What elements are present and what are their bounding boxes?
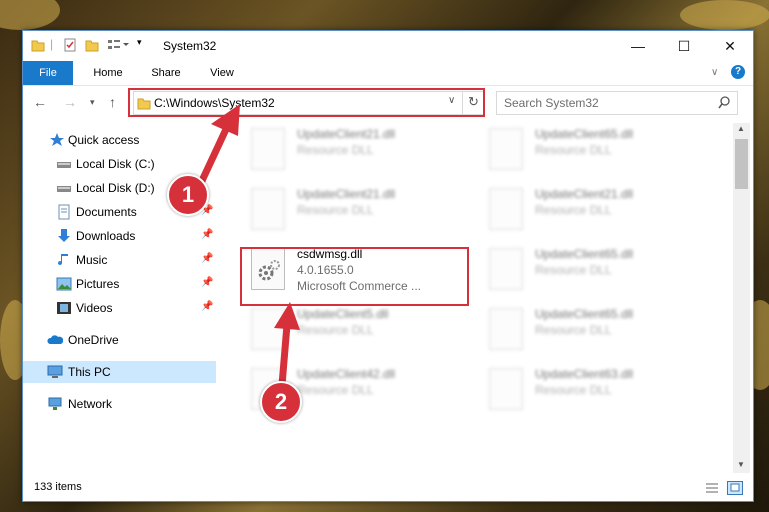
step-badge-2: 2 (260, 381, 302, 423)
arrow-head-2 (274, 302, 300, 330)
arrow-line-2 (278, 321, 291, 389)
step-badge-1: 1 (167, 174, 209, 216)
arrow-line-1 (196, 121, 232, 189)
annotation-arrows (196, 104, 300, 389)
